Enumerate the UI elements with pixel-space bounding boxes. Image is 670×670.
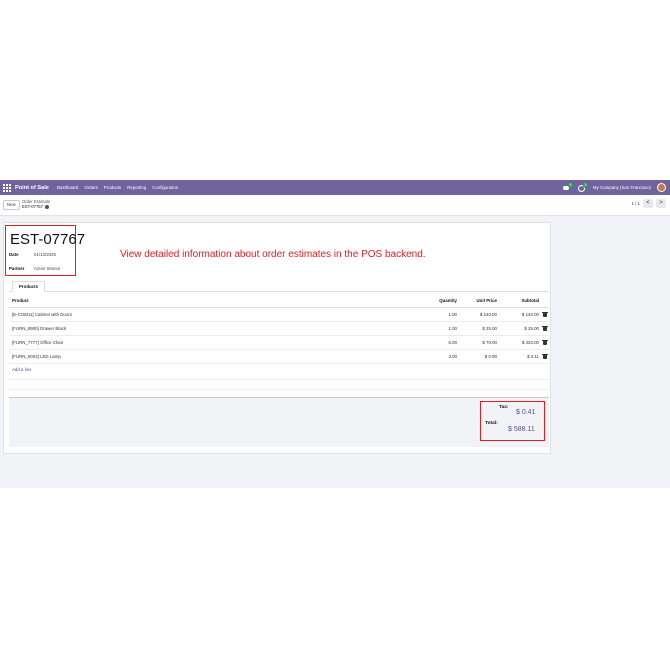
row-unit-price: $ 70.00 xyxy=(482,340,497,345)
breadcrumb-record-name: EST-07767 xyxy=(22,204,43,209)
date-label: Date xyxy=(9,252,19,257)
col-quantity[interactable]: Quantity xyxy=(439,298,457,303)
row-subtotal: $ 25.00 xyxy=(524,326,539,331)
trash-icon[interactable] xyxy=(542,354,548,359)
table-row[interactable]: [FURN_7777] Office Chair 6.00 $ 70.00 $ … xyxy=(9,336,549,350)
divider xyxy=(9,379,549,380)
tab-products[interactable]: Products xyxy=(12,281,46,292)
row-product: [FURN_8900] Drawer Black xyxy=(12,326,67,331)
trash-icon[interactable] xyxy=(542,312,548,317)
menu-dashboard[interactable]: Dashboard xyxy=(57,185,78,190)
new-button[interactable]: New xyxy=(3,200,20,210)
row-product: [E-COM11] Cabinet with Doors xyxy=(12,312,72,317)
messages-badge: 5 xyxy=(567,182,573,188)
pager-next-button[interactable]: > xyxy=(656,199,666,208)
gear-icon[interactable] xyxy=(44,204,49,209)
navbar-right: 5 3 My Company (San Francisco) xyxy=(562,180,666,195)
partner-value[interactable]: Azure Interior xyxy=(34,266,60,271)
add-line-link[interactable]: Add a line xyxy=(12,367,32,372)
row-quantity: 1.00 xyxy=(448,312,457,317)
divider xyxy=(9,389,549,390)
trash-icon[interactable] xyxy=(542,340,548,345)
row-subtotal: $ 3.11 xyxy=(527,354,539,359)
table-header: Product Quantity Unit Price Subtotal xyxy=(9,294,549,308)
record-title: EST-07767 xyxy=(10,231,86,248)
user-avatar[interactable] xyxy=(657,183,666,192)
messages-icon[interactable]: 5 xyxy=(562,182,573,192)
activity-clock-icon[interactable]: 3 xyxy=(577,182,588,192)
row-product: [FURN_0003] LED Lamp xyxy=(12,354,61,359)
row-subtotal: $ 420.00 xyxy=(521,340,539,345)
breadcrumb: Order Estimate EST-07767 xyxy=(22,199,50,209)
table-row[interactable]: [E-COM11] Cabinet with Doors 1.00 $ 140.… xyxy=(9,308,549,322)
row-quantity: 3.00 xyxy=(448,354,457,359)
callout-text: View detailed information about order es… xyxy=(120,249,426,260)
row-product: [FURN_7777] Office Chair xyxy=(12,340,64,345)
total-label: Total: xyxy=(485,421,498,426)
total-value: $ 588.11 xyxy=(508,426,535,433)
pager-value[interactable]: 1 / 1 xyxy=(631,201,640,206)
row-subtotal: $ 140.00 xyxy=(521,312,539,317)
partner-label: Partner xyxy=(9,266,25,271)
menu-reporting[interactable]: Reporting xyxy=(127,185,146,190)
pager-previous-button[interactable]: < xyxy=(643,199,653,208)
app-name[interactable]: Point of Sale xyxy=(15,185,49,191)
control-panel: New Order Estimate EST-07767 1 / 1 < > xyxy=(0,195,670,216)
tab-divider xyxy=(9,291,549,292)
activity-badge: 3 xyxy=(582,182,588,188)
tax-value: $ 0.41 xyxy=(516,409,536,416)
company-switcher[interactable]: My Company (San Francisco) xyxy=(593,185,651,190)
tax-label: Tax: xyxy=(499,405,509,410)
apps-grid-icon[interactable] xyxy=(3,183,11,192)
main-menu: Dashboard Orders Products Reporting Conf… xyxy=(57,185,178,190)
menu-configuration[interactable]: Configuration xyxy=(152,185,178,190)
row-unit-price: $ 25.00 xyxy=(482,326,497,331)
col-subtotal[interactable]: Subtotal xyxy=(521,298,539,303)
menu-orders[interactable]: Orders xyxy=(84,185,97,190)
form-sheet: EST-07767 Date 01/13/2025 Partner Azure … xyxy=(3,222,551,454)
row-quantity: 6.00 xyxy=(448,340,457,345)
pager: 1 / 1 < > xyxy=(631,199,666,208)
date-value[interactable]: 01/13/2025 xyxy=(34,252,56,257)
menu-products[interactable]: Products xyxy=(104,185,121,190)
trash-icon[interactable] xyxy=(542,326,548,331)
row-unit-price: $ 140.00 xyxy=(479,312,497,317)
top-navbar: Point of Sale Dashboard Orders Products … xyxy=(0,180,670,195)
table-row[interactable]: [FURN_0003] LED Lamp 3.00 $ 0.90 $ 3.11 xyxy=(9,350,549,364)
app-viewport: Point of Sale Dashboard Orders Products … xyxy=(0,180,670,488)
breadcrumb-record: EST-07767 xyxy=(22,204,50,209)
totals-section xyxy=(9,397,549,447)
table-row[interactable]: [FURN_8900] Drawer Black 1.00 $ 25.00 $ … xyxy=(9,322,549,336)
col-unit-price[interactable]: Unit Price xyxy=(477,298,498,303)
col-product[interactable]: Product xyxy=(12,298,29,303)
row-quantity: 1.00 xyxy=(448,326,457,331)
row-unit-price: $ 0.90 xyxy=(484,354,497,359)
